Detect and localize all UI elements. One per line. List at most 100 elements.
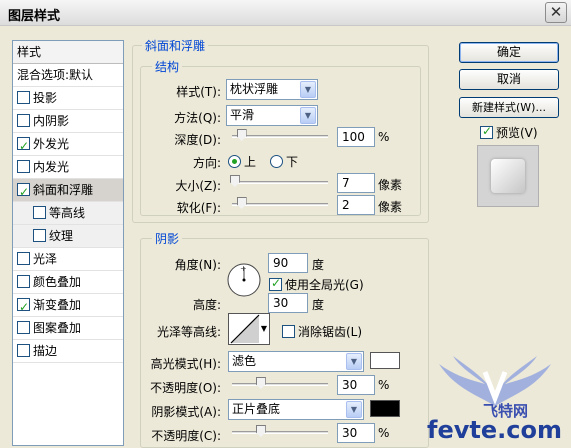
depth-slider-thumb[interactable] (236, 129, 247, 141)
shadow-opacity-input[interactable]: 30 (337, 423, 375, 443)
highlight-opacity-track (232, 383, 328, 386)
angle-unit: 度 (312, 258, 325, 272)
style-item-2[interactable]: 外发光 (13, 133, 123, 157)
title-bar: 图层样式 ✕ (0, 0, 571, 26)
angle-dial[interactable]: + (226, 262, 262, 298)
style-list: 样式 混合选项:默认 投影内阴影外发光内发光斜面和浮雕等高线纹理光泽颜色叠加渐变… (12, 40, 124, 446)
cancel-button[interactable]: 取消 (459, 69, 559, 90)
preview-label: 预览(V) (496, 126, 538, 140)
ok-button[interactable]: 确定 (459, 42, 559, 63)
depth-slider[interactable] (232, 129, 328, 143)
depth-input[interactable]: 100 (337, 127, 375, 147)
style-item-label: 等高线 (49, 206, 86, 220)
style-item-0[interactable]: 投影 (13, 87, 123, 110)
direction-up-radio[interactable]: 上 (228, 153, 256, 170)
soften-unit: 像素 (378, 200, 403, 214)
style-item-label: 斜面和浮雕 (33, 183, 94, 197)
soften-input[interactable]: 2 (337, 195, 375, 215)
shadow-opacity-label: 不透明度(C): (151, 429, 221, 443)
technique-select[interactable]: 平滑 ▼ (226, 105, 318, 126)
style-item-label: 颜色叠加 (33, 275, 82, 289)
style-item-9[interactable]: 渐变叠加 (13, 294, 123, 318)
checkbox-icon[interactable] (17, 181, 30, 203)
shadow-mode-select[interactable]: 正片叠底 ▼ (228, 399, 364, 420)
technique-label: 方法(Q): (174, 111, 221, 125)
size-input[interactable]: 7 (337, 173, 375, 193)
shading-title: 阴影 (152, 230, 183, 247)
style-select[interactable]: 枕状浮雕 ▼ (226, 79, 318, 100)
soften-slider-thumb[interactable] (236, 197, 247, 209)
style-item-7[interactable]: 光泽 (13, 248, 123, 271)
checkbox-icon[interactable] (17, 135, 30, 157)
contour-linear-icon (230, 314, 260, 344)
caret-down-icon: ▼ (260, 324, 267, 333)
checkbox-icon[interactable] (17, 344, 30, 357)
style-item-3[interactable]: 内发光 (13, 156, 123, 179)
new-style-button[interactable]: 新建样式(W)... (459, 97, 559, 118)
highlight-opacity-thumb[interactable] (255, 377, 266, 389)
checkbox-icon[interactable] (17, 160, 30, 173)
style-item-label: 渐变叠加 (33, 298, 82, 312)
shadow-color-swatch[interactable] (370, 400, 400, 417)
highlight-opacity-label: 不透明度(O): (150, 381, 221, 395)
checkbox-icon (282, 325, 295, 338)
checkbox-icon (480, 124, 493, 139)
style-item-5[interactable]: 等高线 (13, 202, 123, 225)
shadow-opacity-thumb[interactable] (255, 425, 266, 437)
checkbox-icon[interactable] (17, 275, 30, 288)
checkbox-icon[interactable] (33, 206, 46, 219)
highlight-opacity-slider[interactable] (232, 377, 328, 391)
technique-select-value: 平滑 (230, 108, 255, 122)
angle-label: 角度(N): (174, 258, 221, 272)
style-item-label: 图案叠加 (33, 321, 82, 335)
style-item-label: 内阴影 (33, 114, 70, 128)
preview-thumbnail (477, 145, 539, 207)
close-button[interactable]: ✕ (545, 2, 567, 23)
size-slider[interactable] (229, 175, 328, 189)
altitude-input[interactable]: 30 (268, 293, 308, 313)
style-item-8[interactable]: 颜色叠加 (13, 271, 123, 294)
style-item-label: 光泽 (33, 252, 58, 266)
highlight-color-swatch[interactable] (370, 352, 400, 369)
style-item-11[interactable]: 描边 (13, 340, 123, 363)
angle-input[interactable]: 90 (268, 253, 308, 273)
style-item-label: 投影 (33, 91, 58, 105)
shadow-opacity-unit: % (378, 426, 390, 440)
style-item-1[interactable]: 内阴影 (13, 110, 123, 133)
size-label: 大小(Z): (175, 179, 221, 193)
direction-down-radio[interactable]: 下 (270, 153, 298, 170)
checkbox-icon[interactable] (17, 252, 30, 265)
checkbox-icon[interactable] (17, 296, 30, 318)
checkbox-icon[interactable] (17, 114, 30, 127)
highlight-mode-label: 高光模式(H): (150, 357, 221, 371)
preview-checkbox[interactable]: 预览(V) (480, 124, 538, 141)
style-item-10[interactable]: 图案叠加 (13, 317, 123, 340)
style-item-label: 描边 (33, 344, 58, 358)
radio-icon (228, 155, 241, 168)
checkbox-icon[interactable] (17, 321, 30, 334)
checkbox-icon[interactable] (17, 91, 30, 104)
direction-down-label: 下 (286, 155, 299, 169)
checkbox-icon[interactable] (33, 229, 46, 242)
style-list-header[interactable]: 样式 (13, 41, 123, 64)
highlight-mode-value: 滤色 (232, 354, 257, 368)
style-item-label: 内发光 (33, 160, 70, 174)
gloss-contour-picker[interactable]: ▼ (228, 313, 270, 345)
blending-options-item[interactable]: 混合选项:默认 (13, 64, 123, 87)
highlight-opacity-input[interactable]: 30 (337, 375, 375, 395)
shadow-opacity-slider[interactable] (232, 425, 328, 439)
depth-unit: % (378, 130, 390, 144)
preview-swatch (491, 159, 525, 193)
style-select-value: 枕状浮雕 (230, 82, 279, 96)
size-slider-thumb[interactable] (229, 175, 240, 187)
antialias-label: 消除锯齿(L) (298, 325, 363, 339)
global-light-label: 使用全局光(G) (285, 278, 364, 292)
depth-label: 深度(D): (174, 133, 221, 147)
highlight-mode-select[interactable]: 滤色 ▼ (228, 351, 364, 372)
global-light-checkbox[interactable]: 使用全局光(G) (269, 276, 364, 293)
size-unit: 像素 (378, 178, 403, 192)
style-item-6[interactable]: 纹理 (13, 225, 123, 248)
style-item-4[interactable]: 斜面和浮雕 (13, 179, 123, 203)
soften-slider[interactable] (232, 197, 328, 211)
antialias-checkbox[interactable]: 消除锯齿(L) (282, 323, 362, 340)
